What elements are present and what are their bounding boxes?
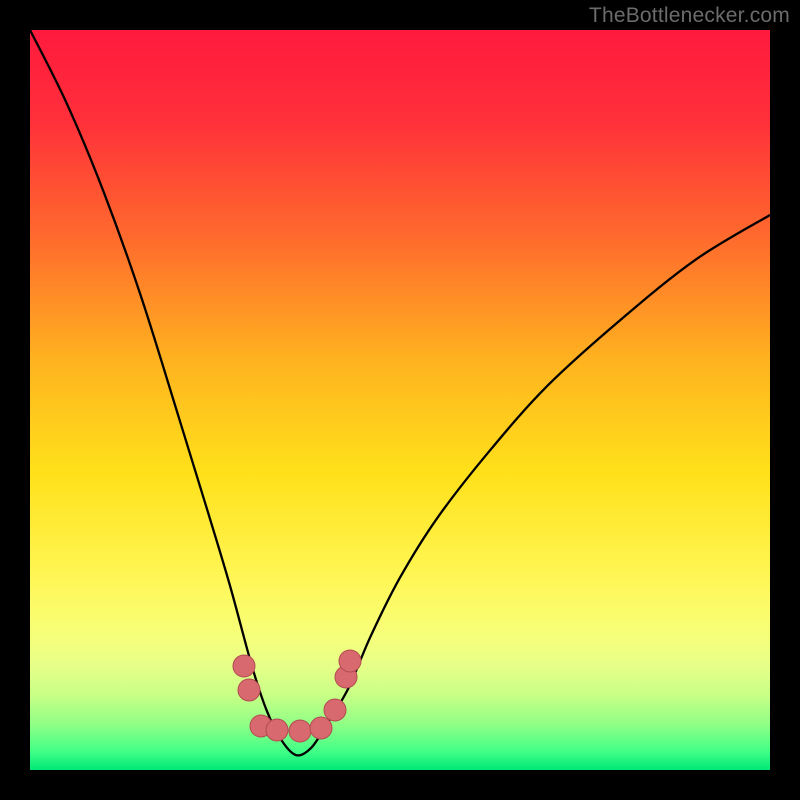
scatter-point (289, 720, 311, 742)
watermark-text: TheBottlenecker.com (589, 4, 790, 28)
scatter-markers (233, 650, 361, 742)
bottleneck-curve (30, 30, 770, 755)
plot-area (30, 30, 770, 770)
scatter-point (238, 679, 260, 701)
scatter-point (339, 650, 361, 672)
scatter-point (233, 655, 255, 677)
scatter-point (324, 699, 346, 721)
chart-frame: TheBottlenecker.com (0, 0, 800, 800)
scatter-point (310, 717, 332, 739)
scatter-point (266, 719, 288, 741)
curve-layer (30, 30, 770, 770)
